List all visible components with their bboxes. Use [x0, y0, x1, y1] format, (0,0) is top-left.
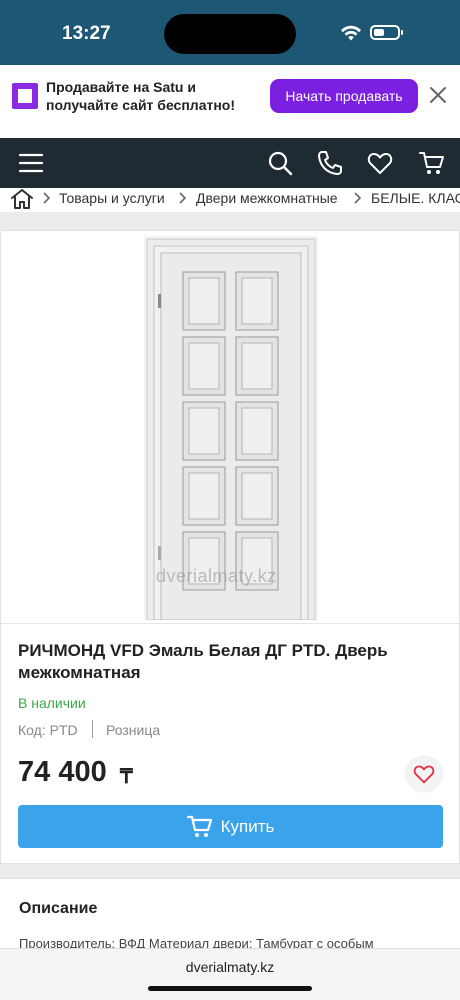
site-header: [0, 138, 460, 188]
dynamic-island: [164, 14, 296, 54]
divider: [92, 720, 93, 738]
image-watermark: dverialmaty.kz: [156, 566, 277, 586]
menu-icon[interactable]: [18, 150, 44, 176]
buy-button-label: Купить: [220, 816, 275, 836]
status-time: 13:27: [62, 23, 111, 44]
product-image[interactable]: [144, 236, 318, 620]
satu-logo-icon: [12, 83, 38, 109]
product-code: Код: PTD: [18, 722, 78, 738]
chevron-right-icon: [43, 192, 51, 204]
sale-type: Розница: [106, 722, 161, 738]
heart-icon[interactable]: [367, 150, 393, 176]
cart-icon: [186, 815, 212, 837]
close-icon[interactable]: [429, 86, 447, 104]
home-icon[interactable]: [10, 188, 34, 210]
breadcrumb-item-interior-doors[interactable]: Двери межкомнатные: [196, 190, 338, 206]
add-to-favorites-button[interactable]: [405, 755, 443, 793]
promo-text: Продавайте на Satu и получайте сайт бесп…: [46, 79, 235, 113]
start-selling-button[interactable]: Начать продавать: [270, 79, 418, 113]
phone-icon[interactable]: [317, 150, 343, 176]
product-price: 74 400: [18, 756, 107, 788]
stock-status: В наличии: [18, 695, 86, 711]
browser-url-bar[interactable]: dverialmaty.kz: [0, 948, 460, 1000]
section-gap: [0, 212, 460, 230]
status-bar: 13:27: [0, 0, 460, 65]
chevron-right-icon: [179, 192, 187, 204]
chevron-right-icon: [354, 192, 362, 204]
divider: [1, 623, 460, 624]
url-text[interactable]: dverialmaty.kz: [0, 959, 460, 975]
breadcrumb-item-white-classic[interactable]: БЕЛЫЕ. КЛАССИКА: [371, 190, 460, 206]
heart-icon: [413, 765, 435, 784]
breadcrumb: Товары и услуги Двери межкомнатные БЕЛЫЕ…: [0, 188, 460, 212]
buy-button[interactable]: Купить: [18, 805, 443, 848]
product-card: dverialmaty.kz РИЧМОНД VFD Эмаль Белая Д…: [0, 230, 460, 864]
wifi-icon: [341, 25, 361, 41]
battery-icon: [370, 25, 403, 40]
breadcrumb-item-products[interactable]: Товары и услуги: [59, 190, 165, 206]
description-section: Описание Производитель: ВФД Материал две…: [0, 878, 460, 948]
section-gap: [0, 864, 460, 878]
description-text: Производитель: ВФД Материал двери: Тамбу…: [19, 936, 374, 948]
description-title: Описание: [19, 900, 98, 917]
cart-icon[interactable]: [419, 150, 445, 176]
product-title: РИЧМОНД VFD Эмаль Белая ДГ PTD. Дверь ме…: [18, 641, 388, 682]
currency-symbol: ₸: [120, 766, 133, 788]
home-indicator: [148, 986, 312, 991]
search-icon[interactable]: [267, 150, 293, 176]
promo-banner: Продавайте на Satu и получайте сайт бесп…: [0, 65, 460, 138]
